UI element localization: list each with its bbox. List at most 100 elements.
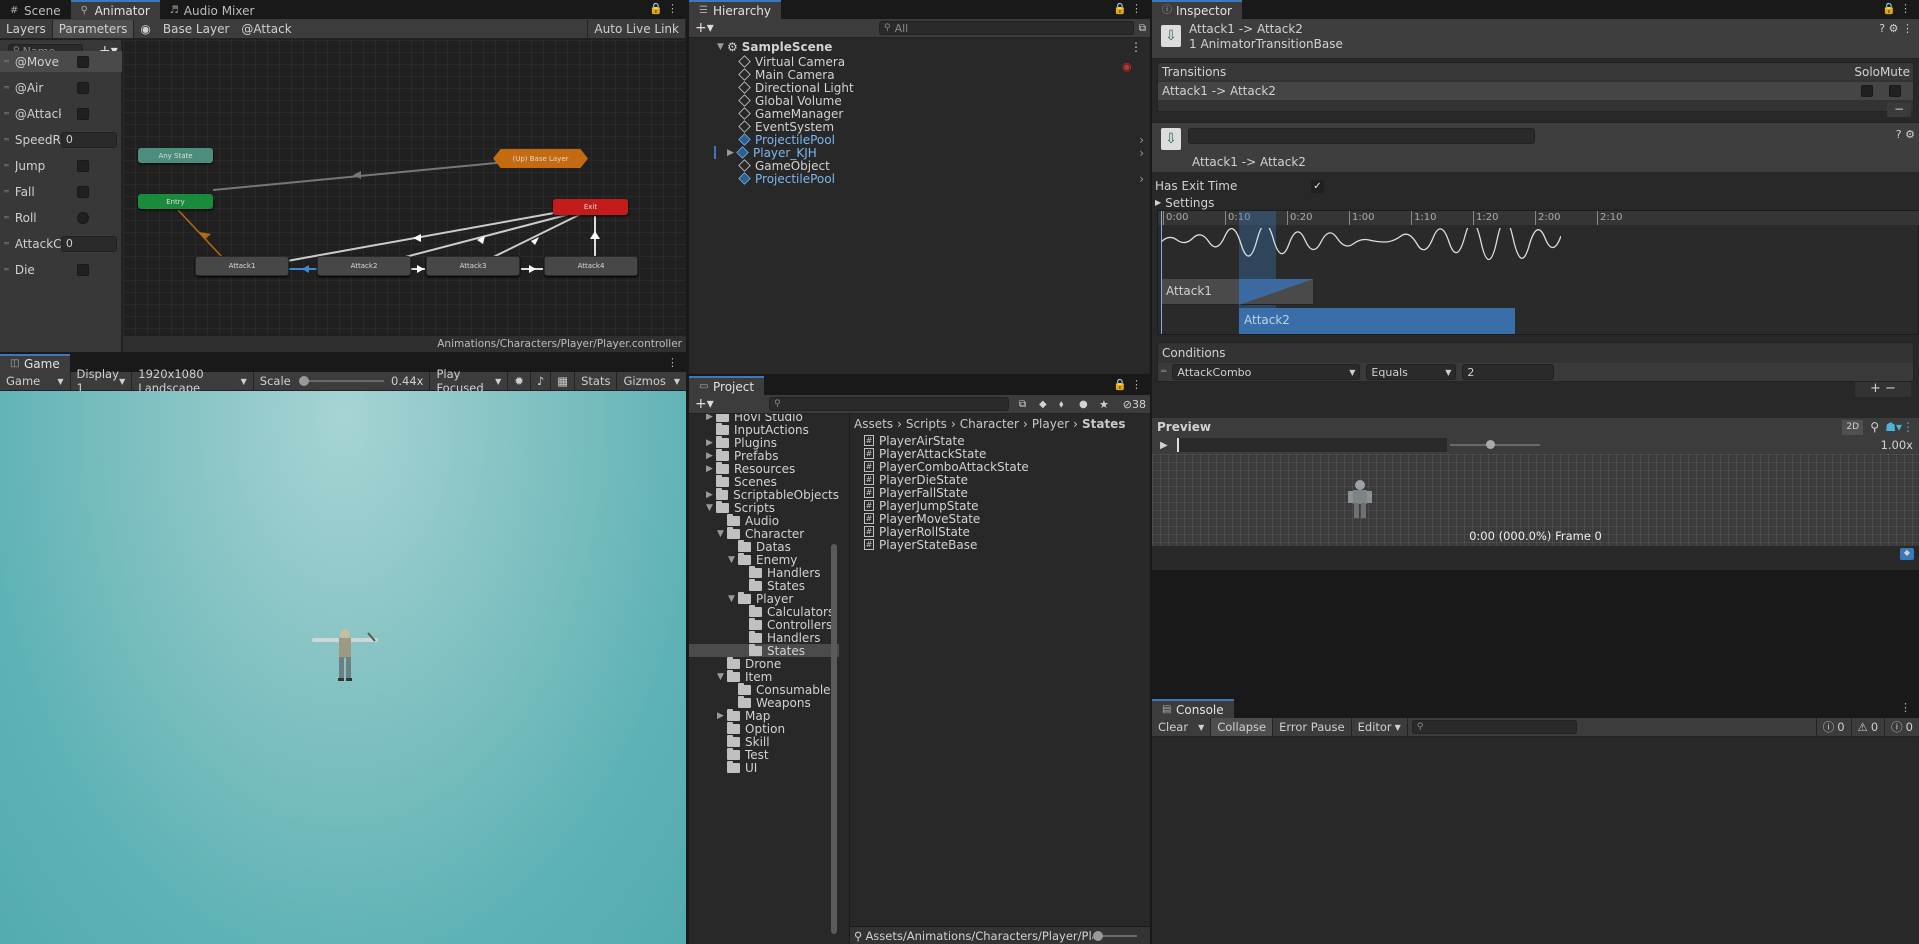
expand-arrow-icon[interactable]: ▼ <box>728 594 738 604</box>
folder-item[interactable]: ▶ Resources <box>689 461 839 476</box>
has-exit-time-checkbox[interactable]: ✓ <box>1311 179 1324 193</box>
expand-arrow-icon[interactable]: ▶ <box>706 414 716 422</box>
game-viewport[interactable] <box>0 391 686 944</box>
error-pause-button[interactable]: Error Pause <box>1273 718 1352 736</box>
log-count-toggle[interactable]: ⓘ 0 <box>1815 718 1852 736</box>
clear-dropdown[interactable]: Clear ▼ <box>1152 718 1212 736</box>
node-attack4[interactable]: Attack4 <box>544 256 638 276</box>
drag-handle-icon[interactable]: ═ <box>4 239 9 248</box>
gizmos-dropdown[interactable]: Gizmos ▼ <box>617 372 686 390</box>
folder-item[interactable]: ▶ Prefabs <box>689 448 839 463</box>
folder-item[interactable]: Datas <box>689 539 839 554</box>
preview-viewport[interactable]: 0:00 (000.0%) Frame 0 <box>1152 454 1919 546</box>
speed-slider-thumb[interactable] <box>1486 440 1495 449</box>
parameter-row[interactable]: ═ Die <box>0 259 122 280</box>
solo-checkbox[interactable] <box>1861 85 1873 97</box>
folder-item[interactable]: ▼ Scripts <box>689 500 839 515</box>
parameter-row[interactable]: ═ AttackCo0 <box>0 233 122 254</box>
folder-item[interactable]: ▶ ScriptableObjects <box>689 487 839 502</box>
tab-scene[interactable]: # Scene <box>0 0 71 19</box>
panel-menu-icon[interactable]: 🔒⋮ <box>1113 378 1146 391</box>
label-icon[interactable]: ⬧ <box>1059 399 1064 410</box>
expand-arrow-icon[interactable]: ▶ <box>717 711 727 721</box>
script-file[interactable]: # PlayerAirState <box>850 434 1150 448</box>
tab-inspector[interactable]: ⓘ Inspector <box>1152 0 1242 19</box>
pivot-icon[interactable]: ⚲ <box>1870 420 1879 434</box>
hierarchy-item[interactable]: Main Camera <box>689 68 1150 82</box>
folder-tree-scrollbar[interactable] <box>831 544 837 934</box>
warning-count-toggle[interactable]: ⚠ 0 <box>1852 718 1886 736</box>
search-options-icon[interactable]: ⧉ <box>1139 23 1146 34</box>
node-attack3[interactable]: Attack3 <box>426 256 520 276</box>
script-file[interactable]: # PlayerJumpState <box>850 499 1150 513</box>
tab-animator[interactable]: ⚲ Animator <box>70 0 160 19</box>
parameter-row[interactable]: ═ SpeedRa0 <box>0 129 122 150</box>
expand-arrow-icon[interactable]: ▼ <box>706 503 716 513</box>
mute-checkbox[interactable] <box>1889 85 1901 97</box>
search-by-type-icon[interactable]: ⧉ <box>1019 399 1026 410</box>
parameter-value-input[interactable]: 0 <box>60 131 117 148</box>
folder-item[interactable]: Test <box>689 747 839 762</box>
script-file[interactable]: # PlayerComboAttackState <box>850 460 1150 474</box>
prefab-open-icon[interactable]: › <box>1139 133 1144 147</box>
breadcrumb-base-layer[interactable]: Base Layer <box>157 20 236 38</box>
expand-arrow-icon[interactable]: ▶ <box>706 438 716 448</box>
condition-param-dropdown[interactable]: AttackCombo ▼ <box>1172 364 1361 380</box>
tab-console[interactable]: ▤ Console <box>1152 699 1234 718</box>
parameter-bool-checkbox[interactable] <box>76 159 89 172</box>
audio-mute-icon[interactable]: ♪ <box>531 372 552 390</box>
icon-size-slider[interactable] <box>1093 930 1138 941</box>
tab-hierarchy[interactable]: ☰ Hierarchy <box>689 0 782 19</box>
panel-menu-icon[interactable]: 🔒⋮ <box>1113 2 1146 15</box>
hierarchy-item[interactable]: Global Volume <box>689 94 1150 108</box>
folder-item[interactable]: Audio <box>689 513 839 528</box>
clip-attack1-bar[interactable]: Attack1 <box>1161 279 1313 305</box>
drag-handle-icon[interactable]: ═ <box>4 213 9 222</box>
expand-arrow-icon[interactable]: ▼ <box>717 672 727 682</box>
filter-by-label-icon[interactable]: ◆ <box>1039 399 1047 410</box>
parameter-row[interactable]: ═ Jump <box>0 155 122 176</box>
clip-attack2-bar[interactable]: Attack2 <box>1239 308 1515 334</box>
node-any-state[interactable]: Any State <box>138 148 213 163</box>
node-entry[interactable]: Entry <box>138 194 213 209</box>
project-search-input[interactable]: ⚲ <box>769 397 1009 411</box>
console-log-area[interactable] <box>1152 737 1919 944</box>
create-button[interactable]: +▾ <box>689 20 720 36</box>
scene-menu-icon[interactable]: ⋮ <box>1130 40 1142 54</box>
header-icons[interactable]: ? ⚙ <box>1896 128 1915 141</box>
condition-add-remove[interactable]: + − <box>1855 382 1911 397</box>
parameter-bool-checkbox[interactable] <box>76 55 89 68</box>
folder-item[interactable]: Skill <box>689 734 839 749</box>
drag-handle-icon[interactable]: ═ <box>4 135 9 144</box>
folder-item[interactable]: ▶ Map <box>689 708 839 723</box>
icon-size-slider-thumb[interactable] <box>1093 930 1104 941</box>
node-up-base-layer[interactable]: (Up) Base Layer <box>493 149 588 168</box>
folder-item[interactable]: Weapons <box>689 695 839 710</box>
breadcrumb-item[interactable]: States <box>1082 417 1126 431</box>
stats-button[interactable]: Stats <box>575 372 618 390</box>
hierarchy-item[interactable]: GameManager <box>689 107 1150 121</box>
folder-item[interactable]: ▼ Player <box>689 591 839 606</box>
script-file[interactable]: # PlayerDieState <box>850 473 1150 487</box>
header-icons[interactable]: ? ⚙ ⋮ <box>1879 22 1913 35</box>
game-mode-dropdown[interactable]: Game ▼ <box>0 372 71 390</box>
settings-foldout[interactable]: ▶ Settings <box>1152 194 1919 211</box>
parameter-row[interactable]: ═ Fall <box>0 181 122 202</box>
eye-icon[interactable]: ◉ <box>134 20 156 38</box>
folder-item[interactable]: Consumable <box>689 682 839 697</box>
parameter-bool-checkbox[interactable] <box>76 185 89 198</box>
layers-tab[interactable]: Layers <box>0 19 53 38</box>
folder-item[interactable]: States <box>689 643 839 658</box>
folder-item[interactable]: Controllers <box>689 617 839 632</box>
scale-slider[interactable] <box>298 376 385 386</box>
hierarchy-item[interactable]: EventSystem <box>689 120 1150 134</box>
tab-game[interactable]: ◫ Game <box>0 354 70 372</box>
avatar-icon[interactable]: ☗▾⋮ <box>1885 420 1914 434</box>
editor-dropdown[interactable]: Editor ▼ <box>1352 718 1408 736</box>
auto-live-link-button[interactable]: Auto Live Link <box>587 19 686 38</box>
hierarchy-item[interactable]: Virtual Camera <box>689 55 1150 69</box>
panel-menu-icon[interactable]: 🔒⋮ <box>649 2 682 15</box>
drag-handle-icon[interactable]: ═ <box>1161 367 1166 377</box>
panel-menu-icon[interactable]: ⋮ <box>667 356 682 369</box>
scale-slider-thumb[interactable] <box>298 376 309 386</box>
